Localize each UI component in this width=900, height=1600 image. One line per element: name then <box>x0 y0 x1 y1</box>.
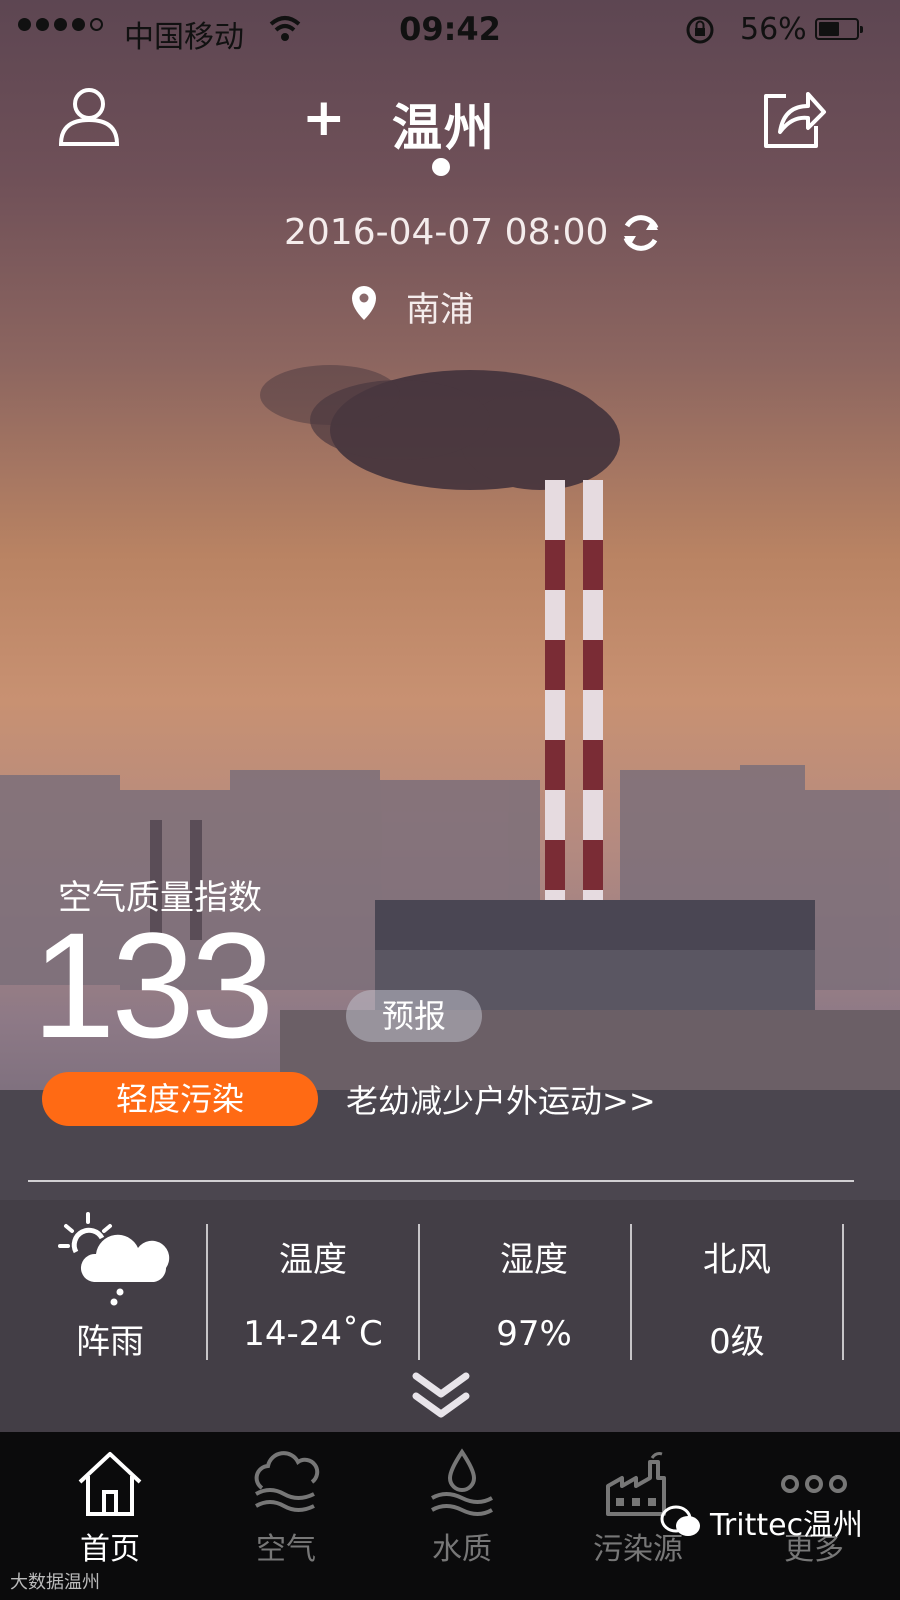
station-name[interactable]: 南浦 <box>406 282 474 331</box>
divider <box>28 1180 854 1182</box>
health-advice-link[interactable]: 老幼减少户外运动>> <box>346 1076 656 1122</box>
status-bar: 中国移动 09:42 56% <box>0 0 900 62</box>
tab-label: 水质 <box>432 1532 492 1567</box>
tab-water[interactable]: 水质 <box>372 1432 552 1600</box>
humidity-label: 湿度 <box>500 1240 568 1280</box>
wechat-icon <box>660 1505 700 1536</box>
home-icon <box>78 1452 142 1516</box>
tab-label: 空气 <box>256 1532 316 1567</box>
watermark-bottom: 大数据温州 <box>10 1572 100 1593</box>
page-indicator-dot <box>432 158 450 176</box>
rotation-lock-icon <box>686 16 714 44</box>
water-icon <box>431 1448 493 1516</box>
air-icon <box>254 1451 320 1512</box>
tab-label: 首页 <box>80 1532 140 1567</box>
battery-icon <box>815 18 863 40</box>
expand-down-icon[interactable] <box>410 1370 472 1422</box>
share-icon[interactable] <box>758 82 828 152</box>
aqi-value: 133 <box>32 901 274 1069</box>
user-icon[interactable] <box>56 82 122 148</box>
watermark-text: Trittec温州 <box>710 1508 864 1543</box>
wind-value: 0级 <box>709 1322 765 1362</box>
refresh-icon[interactable] <box>618 210 664 256</box>
temperature-label: 温度 <box>279 1240 347 1280</box>
column-divider <box>842 1224 844 1360</box>
watermark: Trittec温州 <box>660 1500 863 1544</box>
forecast-button[interactable]: 预报 <box>346 990 482 1042</box>
column-divider <box>418 1224 420 1360</box>
temperature-value: 14-24˚C <box>243 1314 383 1354</box>
shower-rain-icon <box>58 1212 170 1306</box>
wind-label: 北风 <box>703 1240 771 1280</box>
humidity-value: 97% <box>496 1314 572 1354</box>
city-name[interactable]: 温州 <box>392 88 496 160</box>
battery-percent: 56% <box>740 12 807 47</box>
pollution-level-badge: 轻度污染 <box>42 1072 318 1126</box>
location-pin-icon <box>352 286 376 320</box>
tab-air[interactable]: 空气 <box>196 1432 376 1600</box>
update-time: 2016-04-07 08:00 <box>284 212 609 253</box>
add-city-button[interactable]: + <box>302 92 346 144</box>
weather-condition: 阵雨 <box>76 1322 144 1362</box>
